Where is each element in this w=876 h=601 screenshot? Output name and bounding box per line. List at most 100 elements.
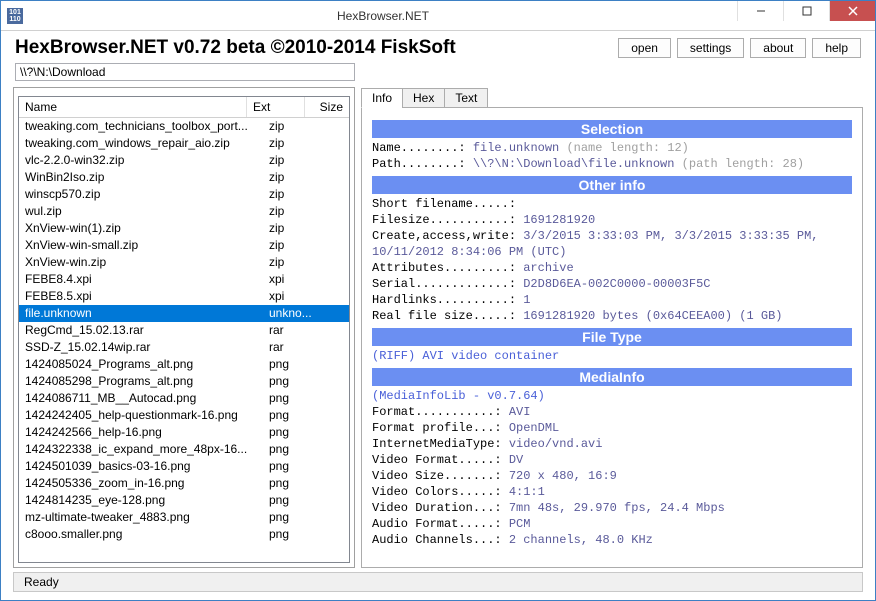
other-attr-value: archive [523,261,573,275]
cell-ext: zip [263,220,321,237]
col-header-name[interactable]: Name [19,97,247,117]
cell-name: wul.zip [19,203,263,220]
cell-ext: png [263,509,321,526]
about-button[interactable]: about [750,38,806,58]
table-row[interactable]: 1424085298_Programs_alt.pngpng [19,373,349,390]
table-row[interactable]: RegCmd_15.02.13.rarrar [19,322,349,339]
selection-path-note: (path length: 28) [682,157,804,171]
open-button[interactable]: open [618,38,671,58]
cell-size [321,373,349,390]
close-button[interactable] [829,1,875,21]
table-row[interactable]: 1424814235_eye-128.pngpng [19,492,349,509]
table-row[interactable]: XnView-win.zipzip [19,254,349,271]
path-input[interactable] [15,63,355,81]
cell-name: tweaking.com_technicians_toolbox_port... [19,118,263,135]
cell-size [321,288,349,305]
cell-ext: png [263,475,321,492]
minimize-button[interactable] [737,1,783,21]
cell-name: mz-ultimate-tweaker_4883.png [19,509,263,526]
cell-name: tweaking.com_windows_repair_aio.zip [19,135,263,152]
mi-vsize-value: 720 x 480, 16:9 [509,469,617,483]
table-row[interactable]: mz-ultimate-tweaker_4883.pngpng [19,509,349,526]
other-filesize-label: Filesize...........: [372,213,516,227]
cell-name: 1424242566_help-16.png [19,424,263,441]
info-panel[interactable]: Selection Name........: file.unknown (na… [366,114,858,561]
mi-vformat-label: Video Format.....: [372,453,502,467]
cell-name: winscp570.zip [19,186,263,203]
filetype-line: (RIFF) AVI video container [372,348,852,364]
cell-size [321,492,349,509]
other-shortfn-label: Short filename.....: [372,197,516,211]
cell-ext: rar [263,322,321,339]
mi-achannels-value: 2 channels, 48.0 KHz [509,533,653,547]
table-row[interactable]: XnView-win-small.zipzip [19,237,349,254]
col-header-ext[interactable]: Ext [247,97,305,117]
table-row[interactable]: 1424505336_zoom_in-16.pngpng [19,475,349,492]
cell-name: 1424814235_eye-128.png [19,492,263,509]
table-row[interactable]: XnView-win(1).zipzip [19,220,349,237]
mi-vcolors-row: Video Colors.....: 4:1:1 [372,484,852,500]
table-row[interactable]: 1424322338_ic_expand_more_48px-16...png [19,441,349,458]
help-button[interactable]: help [812,38,861,58]
table-row[interactable]: tweaking.com_technicians_toolbox_port...… [19,118,349,135]
minimize-icon [756,6,766,16]
titlebar: 101110 HexBrowser.NET [1,1,875,31]
maximize-button[interactable] [783,1,829,21]
tab-text[interactable]: Text [444,88,488,108]
table-row[interactable]: FEBE8.4.xpixpi [19,271,349,288]
tab-info[interactable]: Info [361,88,403,108]
cell-name: file.unknown [19,305,263,322]
section-selection: Selection [372,120,852,138]
table-row[interactable]: winscp570.zipzip [19,186,349,203]
cell-size [321,509,349,526]
section-other: Other info [372,176,852,194]
cell-name: 1424085298_Programs_alt.png [19,373,263,390]
other-serial-value: D2D8D6EA-002C0000-00003F5C [523,277,710,291]
file-list-pane: Name Ext Size tweaking.com_technicians_t… [13,87,355,568]
window-controls [737,1,875,30]
cell-name: 1424505336_zoom_in-16.png [19,475,263,492]
table-row[interactable]: 1424085024_Programs_alt.pngpng [19,356,349,373]
cell-size [321,169,349,186]
mi-vformat-row: Video Format.....: DV [372,452,852,468]
table-row[interactable]: c8ooo.smaller.pngpng [19,526,349,543]
cell-name: 1424242405_help-questionmark-16.png [19,407,263,424]
table-row[interactable]: 1424501039_basics-03-16.pngpng [19,458,349,475]
table-row[interactable]: tweaking.com_windows_repair_aio.zipzip [19,135,349,152]
cell-ext: png [263,390,321,407]
cell-name: 1424501039_basics-03-16.png [19,458,263,475]
table-row[interactable]: 1424242566_help-16.pngpng [19,424,349,441]
other-attr-label: Attributes.........: [372,261,516,275]
other-hardlinks-value: 1 [523,293,530,307]
table-row[interactable]: wul.zipzip [19,203,349,220]
other-shortfn-row: Short filename.....: [372,196,852,212]
cell-ext: png [263,356,321,373]
table-row[interactable]: vlc-2.2.0-win32.zipzip [19,152,349,169]
tab-hex[interactable]: Hex [402,88,445,108]
mi-achannels-row: Audio Channels...: 2 channels, 48.0 KHz [372,532,852,548]
selection-name-note: (name length: 12) [566,141,688,155]
cell-name: 1424322338_ic_expand_more_48px-16... [19,441,263,458]
list-header: Name Ext Size [19,97,349,118]
mi-profile-label: Format profile...: [372,421,502,435]
cell-ext: zip [263,203,321,220]
cell-ext: zip [263,186,321,203]
settings-button[interactable]: settings [677,38,744,58]
table-row[interactable]: SSD-Z_15.02.14wip.rarrar [19,339,349,356]
list-body[interactable]: tweaking.com_technicians_toolbox_port...… [19,118,349,562]
table-row[interactable]: WinBin2Iso.zipzip [19,169,349,186]
table-row[interactable]: file.unknownunkno... [19,305,349,322]
cell-ext: zip [263,254,321,271]
close-icon [848,6,858,16]
col-header-size[interactable]: Size [305,97,349,117]
table-row[interactable]: FEBE8.5.xpixpi [19,288,349,305]
mi-vcolors-value: 4:1:1 [509,485,545,499]
main-split: Name Ext Size tweaking.com_technicians_t… [1,87,875,572]
table-row[interactable]: 1424242405_help-questionmark-16.pngpng [19,407,349,424]
file-list: Name Ext Size tweaking.com_technicians_t… [18,96,350,563]
cell-ext: zip [263,237,321,254]
cell-ext: png [263,492,321,509]
table-row[interactable]: 1424086711_MB__Autocad.pngpng [19,390,349,407]
mi-profile-value: OpenDML [509,421,559,435]
header-row: HexBrowser.NET v0.72 beta ©2010-2014 Fis… [1,31,875,63]
